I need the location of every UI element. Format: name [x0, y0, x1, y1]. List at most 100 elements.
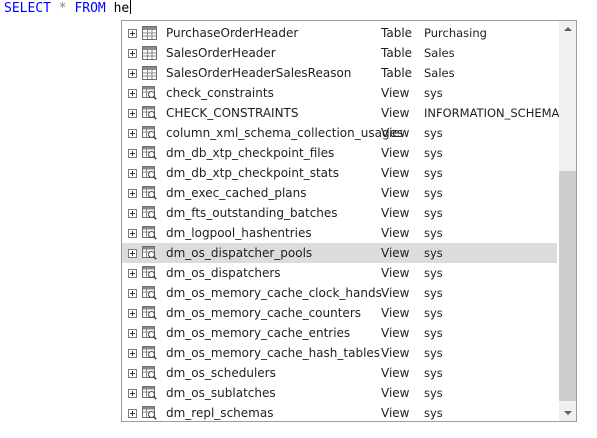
completion-item[interactable]: dm_exec_cached_plans View sys [122, 183, 557, 203]
object-type: View [381, 286, 410, 300]
object-name: dm_os_memory_cache_clock_hands [166, 286, 382, 300]
object-name: dm_os_sublatches [166, 386, 276, 400]
object-type: View [381, 166, 410, 180]
expand-plus-icon[interactable] [128, 29, 137, 38]
completion-item[interactable]: dm_os_schedulers View sys [122, 363, 557, 383]
expand-plus-icon[interactable] [128, 129, 137, 138]
expand-plus-icon[interactable] [128, 49, 137, 58]
object-name: CHECK_CONSTRAINTS [166, 106, 299, 120]
completion-item[interactable]: dm_os_dispatcher_pools View sys [122, 243, 557, 263]
expand-plus-icon[interactable] [128, 109, 137, 118]
typed-text: he [113, 1, 130, 16]
object-schema: sys [424, 226, 443, 240]
completion-item[interactable]: dm_repl_schemas View sys [122, 403, 557, 421]
query-editor-line[interactable]: SELECT * FROM he [4, 0, 132, 18]
completion-item[interactable]: dm_db_xtp_checkpoint_files View sys [122, 143, 557, 163]
view-icon [142, 86, 157, 100]
view-icon [142, 266, 157, 280]
star-operator: * [58, 1, 67, 16]
expand-plus-icon[interactable] [128, 89, 137, 98]
completion-item[interactable]: dm_fts_outstanding_batches View sys [122, 203, 557, 223]
intellisense-completion-list[interactable]: PurchaseOrderHeader Table Purchasing SalesO… [121, 20, 577, 422]
object-type: View [381, 106, 410, 120]
view-icon [142, 286, 157, 300]
object-type: View [381, 206, 410, 220]
object-schema: sys [424, 326, 443, 340]
object-name: dm_os_memory_cache_entries [166, 326, 351, 340]
expand-plus-icon[interactable] [128, 389, 137, 398]
object-name: dm_db_xtp_checkpoint_stats [166, 166, 339, 180]
completion-item[interactable]: CHECK_CONSTRAINTS View INFORMATION_SCHEMA [122, 103, 560, 123]
view-icon [142, 126, 157, 140]
view-icon [142, 346, 157, 360]
object-type: View [381, 386, 410, 400]
expand-plus-icon[interactable] [128, 149, 137, 158]
completion-item[interactable]: PurchaseOrderHeader Table Purchasing [122, 23, 557, 43]
view-icon [142, 226, 157, 240]
object-name: column_xml_schema_collection_usages [166, 126, 404, 140]
object-schema: sys [424, 146, 443, 160]
expand-plus-icon[interactable] [128, 269, 137, 278]
table-icon [142, 26, 157, 40]
completion-item[interactable]: column_xml_schema_collection_usages View s… [122, 123, 557, 143]
object-type: View [381, 266, 410, 280]
object-type: View [381, 366, 410, 380]
object-type: View [381, 326, 410, 340]
object-schema: Sales [424, 66, 455, 80]
completion-item[interactable]: check_constraints View sys [122, 83, 557, 103]
expand-plus-icon[interactable] [128, 349, 137, 358]
expand-plus-icon[interactable] [128, 69, 137, 78]
object-type: Table [381, 26, 413, 40]
object-name: dm_os_dispatchers [166, 266, 281, 280]
object-name: SalesOrderHeader [166, 46, 276, 60]
object-name: dm_db_xtp_checkpoint_files [166, 146, 335, 160]
expand-plus-icon[interactable] [128, 309, 137, 318]
completion-item[interactable]: SalesOrderHeader Table Sales [122, 43, 557, 63]
view-icon [142, 386, 157, 400]
scroll-thumb[interactable] [559, 171, 576, 401]
object-name: dm_repl_schemas [166, 406, 274, 420]
expand-plus-icon[interactable] [128, 189, 137, 198]
expand-plus-icon[interactable] [128, 229, 137, 238]
object-schema: sys [424, 346, 443, 360]
view-icon [142, 106, 157, 120]
completion-item[interactable]: dm_db_xtp_checkpoint_stats View sys [122, 163, 557, 183]
completion-item[interactable]: dm_os_memory_cache_clock_hands View sys [122, 283, 557, 303]
view-icon [142, 166, 157, 180]
object-schema: sys [424, 386, 443, 400]
object-name: PurchaseOrderHeader [166, 26, 299, 40]
completion-item[interactable]: SalesOrderHeaderSalesReason Table Sales [122, 63, 557, 83]
completion-item[interactable]: dm_logpool_hashentries View sys [122, 223, 557, 243]
object-schema: INFORMATION_SCHEMA [424, 106, 560, 120]
view-icon [142, 186, 157, 200]
view-icon [142, 326, 157, 340]
expand-plus-icon[interactable] [128, 409, 137, 418]
expand-plus-icon[interactable] [128, 169, 137, 178]
expand-plus-icon[interactable] [128, 369, 137, 378]
completion-item[interactable]: dm_os_memory_cache_counters View sys [122, 303, 557, 323]
table-icon [142, 46, 157, 60]
object-name: check_constraints [166, 86, 274, 100]
completion-item[interactable]: dm_os_memory_cache_hash_tables View sys [122, 343, 557, 363]
completion-item[interactable]: dm_os_memory_cache_entries View sys [122, 323, 557, 343]
completion-item[interactable]: dm_os_sublatches View sys [122, 383, 557, 403]
view-icon [142, 146, 157, 160]
object-type: Table [381, 46, 413, 60]
object-schema: sys [424, 286, 443, 300]
expand-plus-icon[interactable] [128, 249, 137, 258]
expand-plus-icon[interactable] [128, 209, 137, 218]
vertical-scrollbar[interactable] [559, 21, 576, 421]
object-type: View [381, 246, 410, 260]
expand-plus-icon[interactable] [128, 329, 137, 338]
object-name: dm_logpool_hashentries [166, 226, 312, 240]
object-schema: sys [424, 166, 443, 180]
object-type: View [381, 186, 410, 200]
completion-item[interactable]: dm_os_dispatchers View sys [122, 263, 557, 283]
object-schema: sys [424, 306, 443, 320]
scroll-down-arrow-icon[interactable] [559, 404, 576, 421]
object-schema: sys [424, 126, 443, 140]
object-type: View [381, 226, 410, 240]
scroll-up-arrow-icon[interactable] [559, 21, 576, 38]
text-caret [130, 0, 132, 14]
expand-plus-icon[interactable] [128, 289, 137, 298]
